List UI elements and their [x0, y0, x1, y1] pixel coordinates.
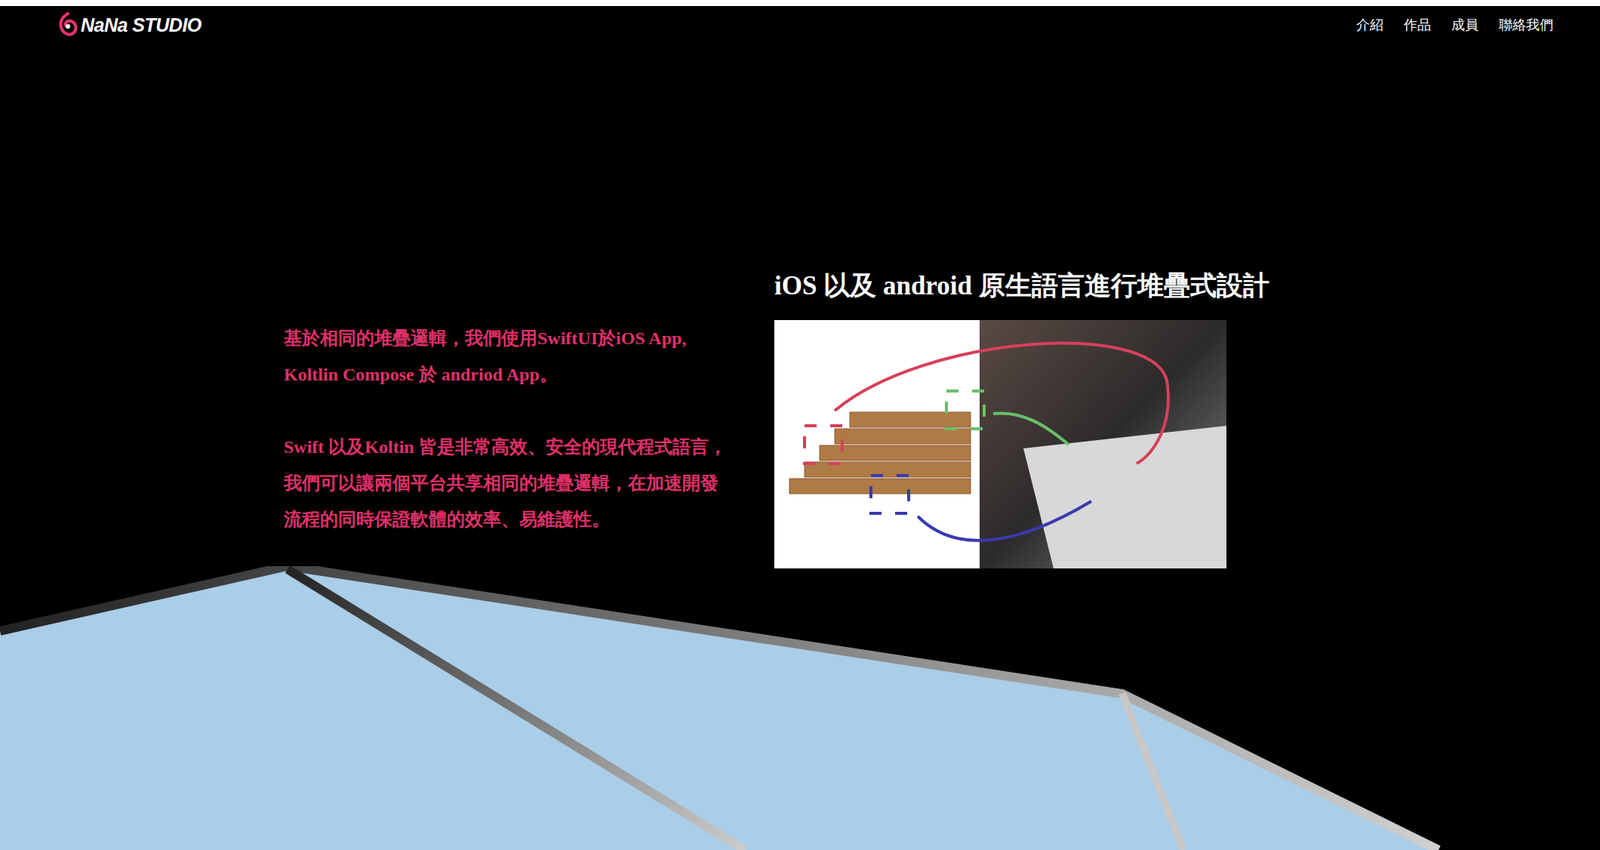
hero-image — [774, 320, 1227, 569]
nav-item[interactable]: 作品 — [1403, 15, 1431, 34]
top-strip — [0, 0, 1600, 7]
logo-text: NaNa STUDIO — [80, 14, 202, 37]
nav: 介紹作品 成員聯絡我們 — [1356, 15, 1554, 34]
hero-paragraph: Swift 以及Koltin 皆是非常高效、安全的現代程式語言，我們可以讓兩個平… — [283, 428, 730, 538]
hero-text: 基於相同的堆疊邏輯，我們使用SwiftUI於iOS App, Koltlin C… — [283, 320, 730, 574]
header: NaNa STUDIO 介紹作品 成員聯絡我們 — [0, 6, 1600, 44]
swirl-logo-icon — [58, 12, 78, 38]
nav-item[interactable]: 介紹 — [1356, 15, 1384, 34]
hero-title: iOS 以及 android 原生語言進行堆疊式設計 — [774, 267, 1228, 305]
nav-item[interactable]: 聯絡我們 — [1498, 15, 1554, 34]
nav-item[interactable]: 成員 — [1451, 15, 1479, 34]
stacking-illustration-icon — [774, 320, 1227, 569]
page: NaNa STUDIO 介紹作品 成員聯絡我們 iOS 以及 android 原生語言… — [0, 0, 1600, 850]
background-shapes — [0, 566, 1600, 850]
hero: iOS 以及 android 原生語言進行堆疊式設計基於相同的堆疊邏輯，我們使用… — [0, 43, 1600, 574]
hero-paragraph: 基於相同的堆疊邏輯，我們使用SwiftUI於iOS App, Koltlin C… — [283, 320, 730, 393]
logo[interactable]: NaNa STUDIO — [58, 12, 202, 38]
